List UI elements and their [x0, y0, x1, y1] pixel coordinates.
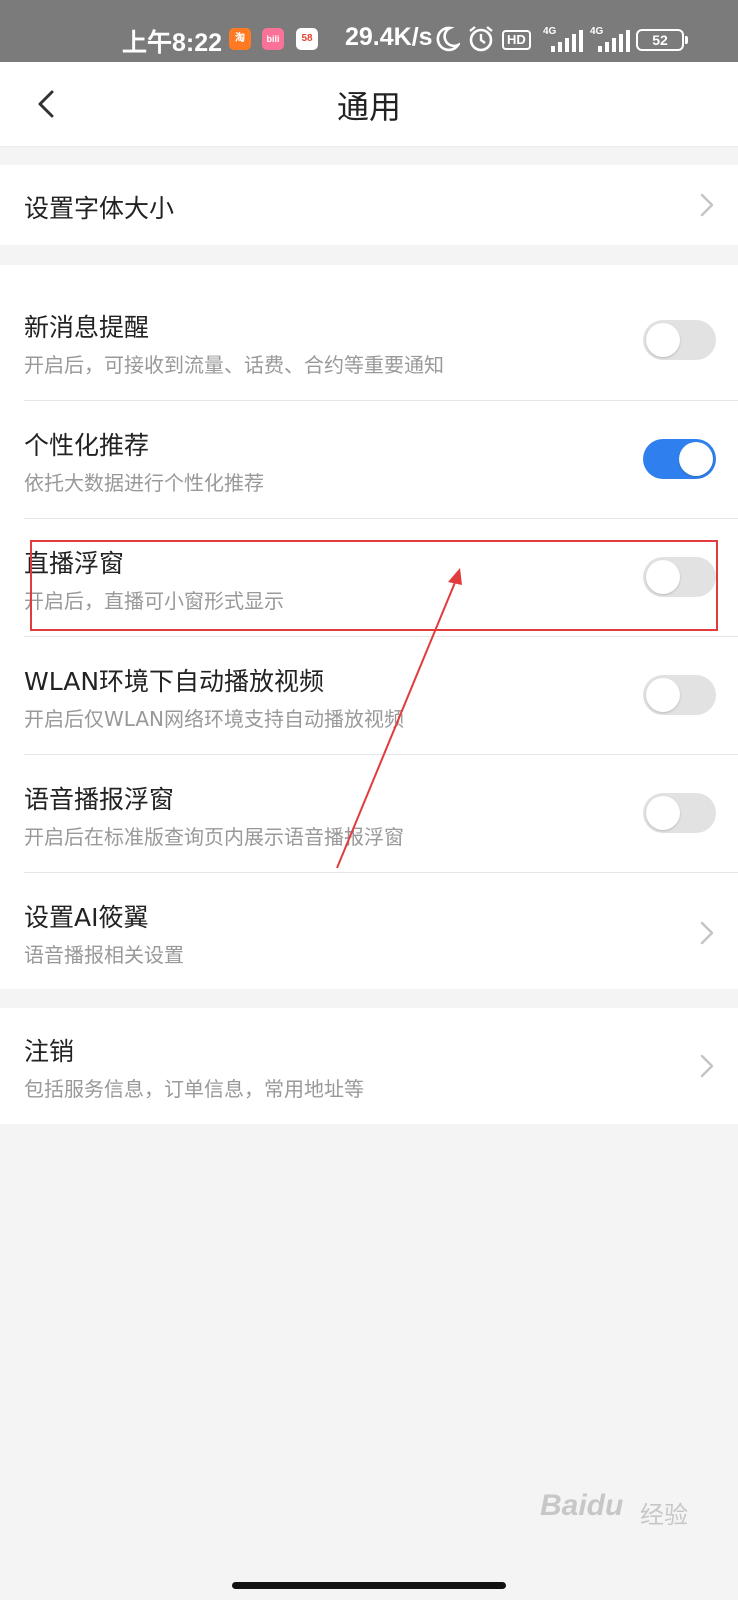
wlan-autoplay-row: WLAN环境下自动播放视频 开启后仅WLAN网络环境支持自动播放视频	[0, 637, 738, 754]
personalized-row: 个性化推荐 依托大数据进行个性化推荐	[0, 401, 738, 518]
voice-float-title: 语音播报浮窗	[24, 785, 175, 814]
alarm-icon	[469, 26, 493, 52]
ai-setting-title: 设置AI筱翼	[24, 903, 149, 932]
annotation-highlight-box	[30, 540, 718, 631]
chevron-right-icon	[700, 193, 714, 217]
ai-setting-row[interactable]: 设置AI筱翼 语音播报相关设置	[0, 873, 738, 989]
font-size-section: 设置字体大小	[0, 165, 738, 245]
taobao-icon: 淘	[229, 28, 251, 50]
voice-float-subtitle: 开启后在标准版查询页内展示语音播报浮窗	[24, 825, 404, 849]
network-speed: 29.4K/s	[345, 23, 433, 51]
deregister-section: 注销 包括服务信息，订单信息，常用地址等	[0, 1008, 738, 1124]
toggle-knob	[646, 323, 680, 357]
notification-title: 新消息提醒	[24, 313, 150, 342]
font-size-title: 设置字体大小	[24, 194, 175, 223]
notification-toggle[interactable]	[643, 320, 716, 360]
battery-tip	[685, 36, 688, 44]
toggle-knob	[679, 442, 713, 476]
wlan-autoplay-toggle[interactable]	[643, 675, 716, 715]
notification-subtitle: 开启后，可接收到流量、话费、合约等重要通知	[24, 353, 444, 377]
voice-float-row: 语音播报浮窗 开启后在标准版查询页内展示语音播报浮窗	[0, 755, 738, 872]
home-indicator[interactable]	[232, 1582, 506, 1589]
chevron-right-icon	[700, 921, 714, 945]
voice-float-toggle[interactable]	[643, 793, 716, 833]
status-bar: 上午8:22 淘 bili 58 29.4K/s HD 4G 4G 52	[0, 0, 738, 62]
wlan-autoplay-subtitle: 开启后仅WLAN网络环境支持自动播放视频	[24, 707, 405, 731]
ai-setting-subtitle: 语音播报相关设置	[24, 943, 184, 967]
status-time: 上午8:22	[122, 29, 223, 57]
signal-2-icon	[598, 30, 630, 52]
chevron-right-icon	[700, 1054, 714, 1078]
wlan-autoplay-title: WLAN环境下自动播放视频	[24, 667, 325, 696]
toggle-knob	[646, 796, 680, 830]
notification-row: 新消息提醒 开启后，可接收到流量、话费、合约等重要通知	[0, 265, 738, 400]
bilibili-icon: bili	[262, 28, 284, 50]
moon-icon	[436, 26, 460, 52]
toggle-knob	[646, 678, 680, 712]
deregister-row[interactable]: 注销 包括服务信息，订单信息，常用地址等	[0, 1008, 738, 1124]
baidu-watermark: Baidu	[540, 1489, 624, 1522]
personalized-title: 个性化推荐	[24, 431, 150, 460]
deregister-title: 注销	[24, 1037, 75, 1066]
hd-icon: HD	[502, 30, 531, 50]
signal-1-icon	[551, 30, 583, 52]
font-size-row[interactable]: 设置字体大小	[0, 165, 738, 245]
title-bar: 通用	[0, 62, 738, 147]
baidu-watermark-suffix: 经验	[640, 1501, 688, 1529]
page-title: 通用	[336, 88, 401, 126]
deregister-subtitle: 包括服务信息，订单信息，常用地址等	[24, 1077, 364, 1101]
battery-icon: 52	[636, 29, 684, 51]
personalized-subtitle: 依托大数据进行个性化推荐	[24, 471, 264, 495]
personalized-toggle[interactable]	[643, 439, 716, 479]
58-icon: 58	[296, 28, 318, 50]
